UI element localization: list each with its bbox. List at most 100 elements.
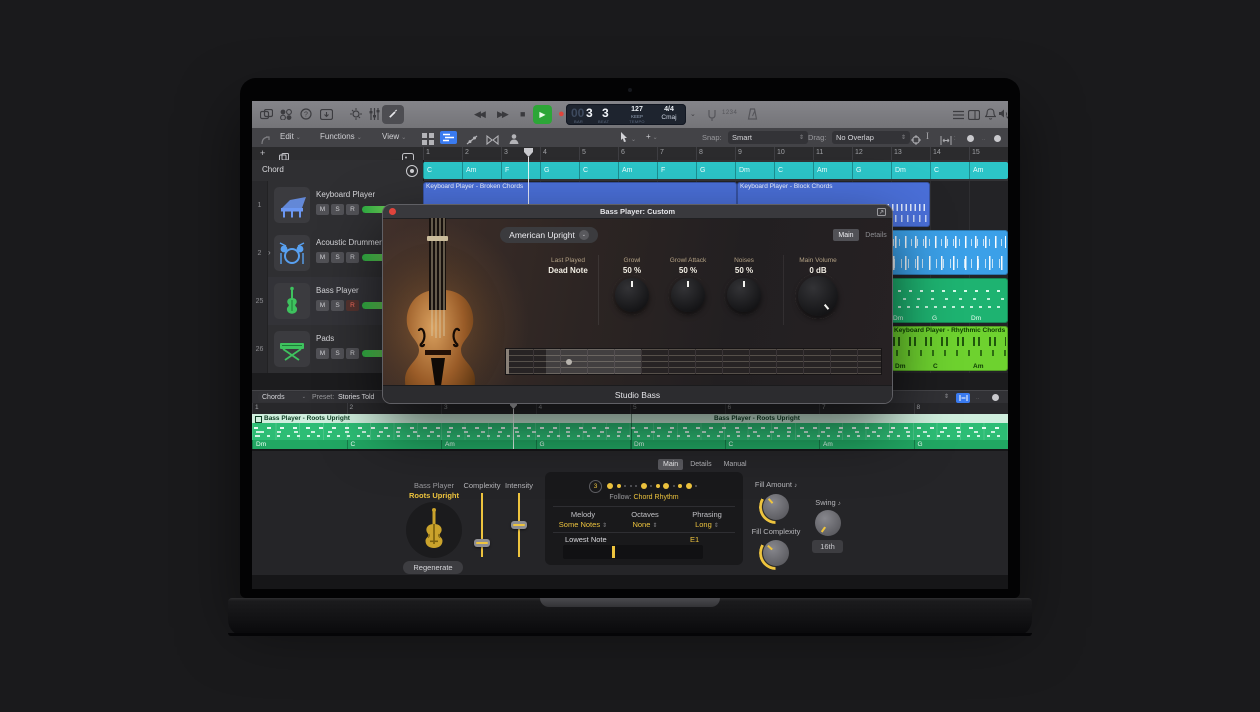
chord-cell[interactable]: F — [501, 162, 540, 179]
lowest-note-slider[interactable] — [563, 545, 703, 559]
swing-rate-button[interactable]: 16th — [812, 540, 843, 553]
rewind-button[interactable]: ◀◀ — [474, 109, 484, 120]
octaves-value[interactable]: None ⇕ — [613, 520, 677, 529]
editor-region-header[interactable]: Bass Player - Roots Upright Bass Player … — [252, 414, 1008, 423]
complexity-slider-track[interactable] — [481, 493, 483, 557]
ruler-bar-number[interactable]: 2 — [462, 147, 501, 160]
chord-cell[interactable]: Am — [462, 162, 501, 179]
plugin-titlebar[interactable]: Bass Player: Custom — [383, 205, 892, 219]
editor-region-body[interactable] — [252, 423, 1008, 440]
mute-button[interactable]: M — [316, 252, 329, 263]
ruler-bar-number[interactable]: 6 — [618, 147, 657, 160]
catch-up-icon[interactable] — [258, 132, 274, 148]
record-button[interactable]: ● — [558, 108, 565, 120]
grid-view-icon[interactable] — [420, 131, 436, 147]
mute-button[interactable]: M — [316, 300, 329, 311]
text-tool-icon[interactable]: I — [926, 131, 929, 141]
editor-ruler-bar-number[interactable]: 8 — [914, 403, 1009, 414]
growl-attack-knob[interactable] — [671, 278, 705, 312]
pattern-count-badge[interactable]: 3 — [589, 480, 602, 493]
editor-ruler-bar-number[interactable]: 1 — [252, 403, 347, 414]
link-window-icon[interactable] — [877, 208, 886, 216]
editor-chord-cell[interactable]: G — [914, 440, 1009, 449]
follow-row[interactable]: Follow: Chord Rhythm — [545, 494, 743, 501]
play-button[interactable]: ▶ — [533, 105, 552, 124]
intensity-slider-handle[interactable] — [511, 521, 527, 529]
mixer-icon[interactable] — [366, 106, 382, 122]
lcd-display[interactable]: 00 3 3 BAR BEAT 127 KEEP TEMPO 4/4 Cmaj — [566, 104, 686, 125]
editor-chord-cell[interactable]: C — [725, 440, 820, 449]
mute-button[interactable]: M — [316, 348, 329, 359]
fretboard-range-highlight[interactable] — [546, 349, 641, 374]
chord-cell[interactable]: C — [579, 162, 618, 179]
flex-icon[interactable] — [484, 132, 500, 148]
msr-buttons[interactable]: MSR — [316, 348, 359, 359]
msr-buttons[interactable]: MSR — [316, 252, 359, 263]
quick-help-icon[interactable]: ? — [298, 106, 314, 122]
editor-chord-cells[interactable]: DmCAmGDmCAmG — [252, 440, 1008, 449]
snap-dropdown[interactable]: Smart⇕ — [728, 131, 808, 144]
editor-ruler-bar-number[interactable]: 7 — [819, 403, 914, 414]
library-icon[interactable] — [258, 106, 274, 122]
ruler-bar-number[interactable]: 9 — [735, 147, 774, 160]
chord-cells[interactable]: CAmFGCAmFGDmCAmGDmCAm — [423, 162, 1008, 179]
fill-amount-knob[interactable] — [763, 494, 789, 520]
output-pointer-icon[interactable] — [996, 106, 1008, 122]
chord-cell[interactable]: G — [852, 162, 891, 179]
growl-knob[interactable] — [615, 278, 649, 312]
solo-button[interactable]: S — [331, 348, 344, 359]
crosshair-tool-icon[interactable] — [908, 132, 924, 148]
plugin-window-bass-player[interactable]: Bass Player: Custom — [383, 205, 892, 403]
complexity-slider-handle[interactable] — [474, 539, 490, 547]
record-enable-button[interactable]: R — [346, 300, 359, 311]
auto-zoom-button[interactable] — [956, 393, 970, 403]
fill-complexity-knob[interactable] — [763, 540, 789, 566]
melody-value[interactable]: Some Notes ⇕ — [551, 520, 615, 529]
msr-buttons[interactable]: MSR — [316, 300, 359, 311]
editor-options-chevron[interactable]: ⇕ — [944, 393, 949, 400]
regenerate-button[interactable]: Regenerate — [403, 561, 463, 574]
swing-knob[interactable] — [815, 510, 841, 536]
chord-cell[interactable]: G — [540, 162, 579, 179]
solo-button[interactable]: S — [331, 252, 344, 263]
catch-playhead-icon[interactable] — [938, 132, 954, 148]
automation-icon[interactable] — [464, 132, 480, 148]
player-style-value[interactable]: Roots Upright — [398, 491, 470, 500]
follow-value[interactable]: Chord Rhythm — [634, 494, 679, 501]
inspector-icon[interactable] — [278, 106, 294, 122]
ruler-bar-number[interactable]: 4 — [540, 147, 579, 160]
piano-roll-view-icon[interactable] — [440, 131, 457, 144]
ruler-bar-number[interactable]: 11 — [813, 147, 852, 160]
editor-chord-cell[interactable]: Am — [441, 440, 536, 449]
stop-button[interactable]: ■ — [520, 109, 525, 119]
chord-track-header[interactable]: Chord — [252, 160, 424, 181]
import-icon[interactable] — [318, 106, 334, 122]
player-avatar[interactable] — [406, 502, 462, 558]
editors-button[interactable] — [382, 105, 404, 124]
forward-button[interactable]: ▶▶ — [497, 109, 507, 120]
editor-chord-cell[interactable]: C — [347, 440, 442, 449]
region-rhythmic-chords[interactable]: Keyboard Player - Rhythmic Chords Dm C A… — [891, 326, 1008, 371]
tab-details[interactable]: Details — [685, 459, 716, 470]
record-enable-button[interactable]: R — [346, 204, 359, 215]
editor-chord-cell[interactable]: Dm — [252, 440, 347, 449]
count-in-button[interactable]: 1234 — [722, 110, 737, 116]
list-view-icon[interactable] — [950, 107, 966, 123]
menu-view[interactable]: View⌄ — [382, 132, 406, 141]
chord-cell[interactable]: C — [930, 162, 969, 179]
drag-dropdown[interactable]: No Overlap⇕ — [832, 131, 910, 144]
track-name[interactable]: Keyboard Player — [316, 190, 375, 199]
ruler-bar-number[interactable]: 12 — [852, 147, 891, 160]
smart-controls-icon[interactable] — [348, 106, 364, 122]
command-tool-menu[interactable]: +⌄ — [646, 132, 658, 141]
editor-chord-cell[interactable]: G — [536, 440, 631, 449]
chord-cell[interactable]: F — [657, 162, 696, 179]
fretboard-position-dot[interactable] — [566, 359, 572, 365]
chord-cell[interactable]: Am — [618, 162, 657, 179]
ruler-bar-number[interactable]: 7 — [657, 147, 696, 160]
chord-cell[interactable]: G — [696, 162, 735, 179]
tab-main[interactable]: Main — [658, 459, 683, 470]
ruler-bar-number[interactable]: 8 — [696, 147, 735, 160]
msr-buttons[interactable]: MSR — [316, 204, 359, 215]
ruler-bar-number[interactable]: 10 — [774, 147, 813, 160]
